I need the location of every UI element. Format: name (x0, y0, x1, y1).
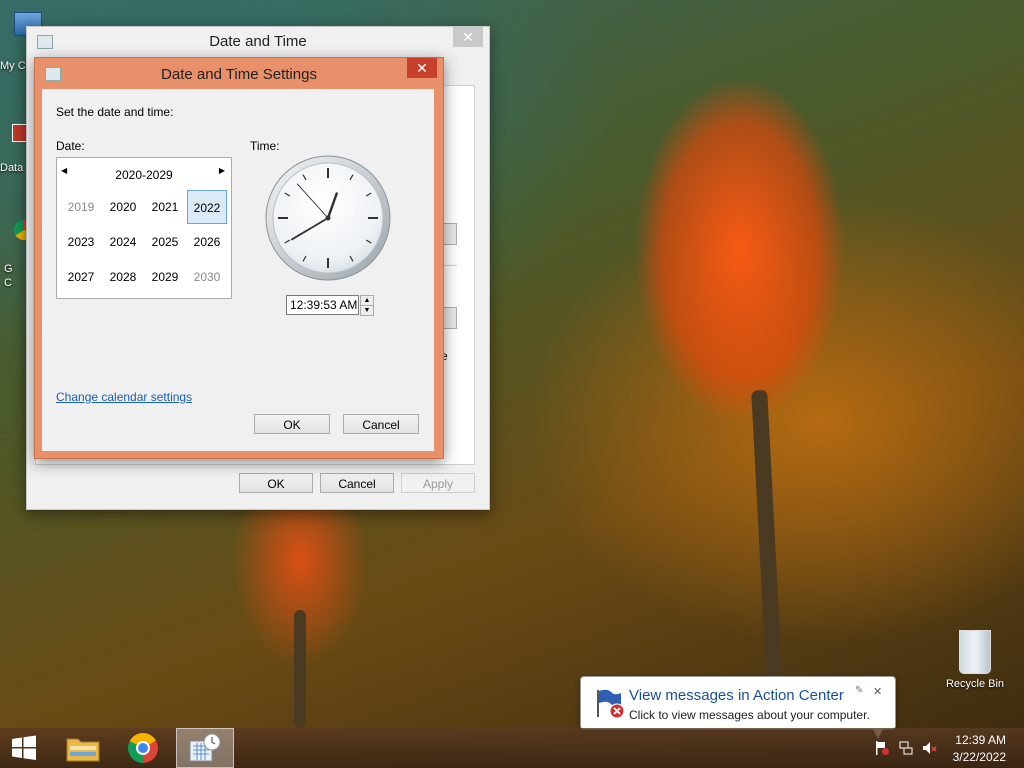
pin-icon[interactable]: ✎ (855, 685, 863, 696)
taskbar-file-explorer[interactable] (56, 728, 112, 768)
dialog-titlebar[interactable]: Date and Time Settings ✕ (35, 58, 443, 88)
year-cell[interactable]: 2029 (145, 260, 185, 294)
dialog-body: Set the date and time: Date: Time: ◀ 202… (42, 89, 434, 451)
start-button[interactable] (0, 728, 56, 768)
wallpaper-stem (294, 610, 306, 728)
outer-titlebar[interactable]: Date and Time ✕ (27, 27, 489, 55)
network-icon[interactable] (898, 740, 914, 756)
year-cell[interactable]: 2021 (145, 190, 185, 224)
taskbar-clock[interactable]: 12:39 AM 3/22/2022 (946, 733, 1006, 764)
action-center-flag-icon[interactable] (874, 740, 890, 756)
flag-icon (597, 689, 625, 719)
calendar: ◀ 2020-2029 ▶ 2019 2020 2021 2022 2023 2024 20… (56, 157, 232, 299)
calendar-next-button[interactable]: ▶ (219, 166, 225, 175)
spinner-down-button[interactable]: ▼ (360, 306, 374, 316)
outer-apply-button[interactable]: Apply (401, 473, 475, 493)
year-cell[interactable]: 2028 (103, 260, 143, 294)
year-cell[interactable]: 2027 (61, 260, 101, 294)
instruction-text: Set the date and time: (56, 105, 174, 119)
year-cell[interactable]: 2020 (103, 190, 143, 224)
recycle-bin-icon (959, 630, 991, 674)
desktop-icon-recycle-bin[interactable]: Recycle Bin (940, 630, 1010, 690)
notification-title: View messages in Action Center (629, 687, 844, 704)
year-cell[interactable]: 2023 (61, 225, 101, 259)
taskbar-date-time-app[interactable] (176, 728, 234, 768)
year-cell[interactable]: 2025 (145, 225, 185, 259)
change-calendar-settings-link[interactable]: Change calendar settings (56, 390, 192, 404)
taskbar-chrome[interactable] (116, 728, 172, 768)
time-spinner[interactable]: ▲ ▼ (360, 295, 374, 316)
dialog-title: Date and Time Settings (161, 66, 317, 83)
outer-close-button[interactable]: ✕ (453, 27, 483, 47)
time-label: Time: (250, 139, 280, 153)
year-cell[interactable]: 2019 (61, 190, 101, 224)
outer-title: Date and Time (209, 33, 307, 50)
windows-logo-icon (12, 735, 36, 760)
spinner-up-button[interactable]: ▲ (360, 295, 374, 306)
desktop-icon-label: Recycle Bin (945, 678, 1005, 690)
folder-icon (66, 738, 100, 762)
calendar-header[interactable]: 2020-2029 (57, 168, 231, 182)
taskbar-date: 3/22/2022 (952, 750, 1006, 764)
year-cell[interactable]: 2026 (187, 225, 227, 259)
taskbar: 12:39 AM 3/22/2022 (0, 728, 1024, 768)
chrome-icon-center (136, 741, 150, 755)
volume-muted-icon[interactable] (922, 740, 938, 756)
outer-cancel-button[interactable]: Cancel (320, 473, 394, 493)
time-input[interactable]: 12:39:53 AM (286, 295, 359, 315)
date-time-settings-dialog: Date and Time Settings ✕ Set the date an… (34, 57, 444, 459)
analog-clock (265, 155, 391, 281)
taskbar-time: 12:39 AM (955, 733, 1006, 747)
dialog-ok-button[interactable]: OK (254, 414, 330, 434)
calendar-clock-icon (189, 733, 221, 762)
date-label: Date: (56, 139, 85, 153)
outer-ok-button[interactable]: OK (239, 473, 313, 493)
year-cell[interactable]: 2024 (103, 225, 143, 259)
notification-close-button[interactable]: ✕ (873, 685, 882, 698)
dialog-close-button[interactable]: ✕ (407, 58, 437, 78)
year-cell[interactable]: 2030 (187, 260, 227, 294)
year-cell[interactable]: 2022 (187, 190, 227, 224)
dialog-cancel-button[interactable]: Cancel (343, 414, 419, 434)
action-center-notification[interactable]: View messages in Action Center ✎ ✕ Click… (580, 676, 896, 730)
notification-body: Click to view messages about your comput… (629, 708, 870, 722)
